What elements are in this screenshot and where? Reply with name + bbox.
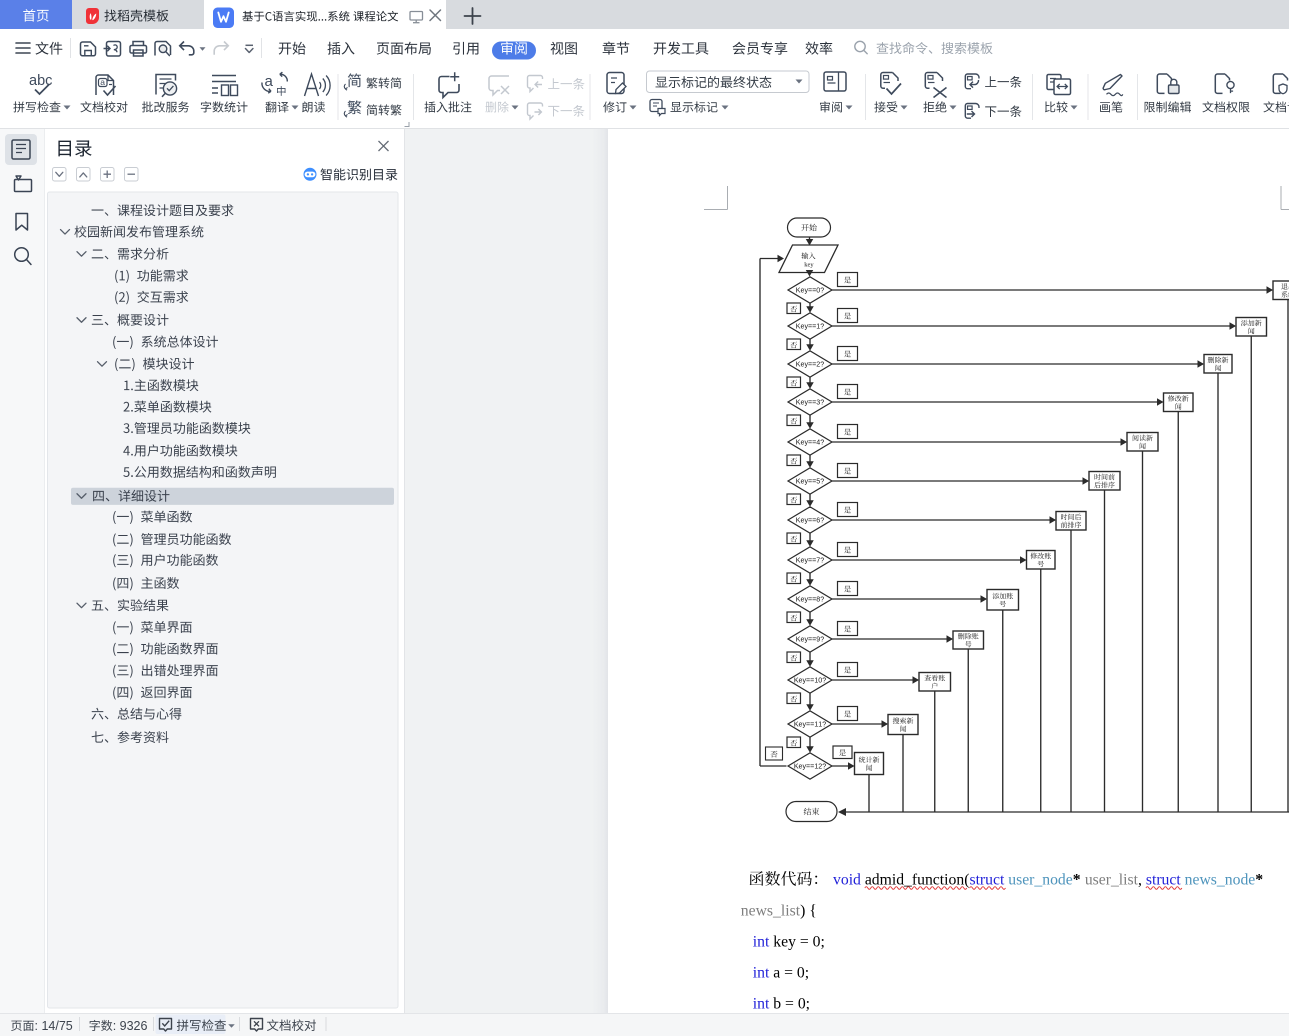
svg-text:*: * [1073,872,1081,889]
svg-text:abc: abc [29,73,52,89]
svg-text:Key==2?: Key==2? [796,360,824,368]
svg-text:int: int [753,996,770,1013]
svg-text:Key==10?: Key==10? [794,676,826,684]
svg-text:Key==8?: Key==8? [796,595,824,603]
svg-text:,: , [1138,872,1146,889]
svg-text:int: int [753,934,770,951]
svg-text:Key==5?: Key==5? [796,477,824,485]
svg-text:: 9326: : 9326 [113,1019,148,1033]
svg-text:int: int [753,965,770,982]
svg-text:user_list: user_list [1085,872,1139,889]
svg-text:a: a [265,73,274,90]
svg-text:news_node: news_node [1185,872,1256,889]
svg-text:admid_function: admid_function [865,872,964,889]
svg-text:Key==11?: Key==11? [794,720,826,728]
svg-text:*: * [1255,872,1263,889]
svg-text:news_list: news_list [741,903,801,920]
svg-text:a = 0;: a = 0; [769,965,809,982]
svg-text:user_node: user_node [1008,872,1073,889]
svg-text:Key==0?: Key==0? [796,286,824,294]
svg-text:Key==9?: Key==9? [796,635,824,643]
svg-text:void: void [833,872,865,889]
svg-text:struct: struct [1146,872,1181,889]
svg-text:) {: ) { [800,903,817,920]
svg-text:: 14/75: : 14/75 [35,1019,73,1033]
svg-text:Key==3?: Key==3? [796,398,824,406]
svg-text:b = 0;: b = 0; [769,996,810,1013]
svg-text:key = 0;: key = 0; [769,934,824,951]
svg-text:Key==4?: Key==4? [796,438,824,446]
svg-text:key: key [804,262,814,269]
svg-text:a: a [100,77,105,87]
svg-text:Key==6?: Key==6? [796,516,824,524]
svg-text:Key==1?: Key==1? [796,322,824,330]
svg-text:Key==7?: Key==7? [796,556,824,564]
svg-text:Key==12?: Key==12? [794,762,826,770]
svg-text:struct: struct [969,872,1004,889]
